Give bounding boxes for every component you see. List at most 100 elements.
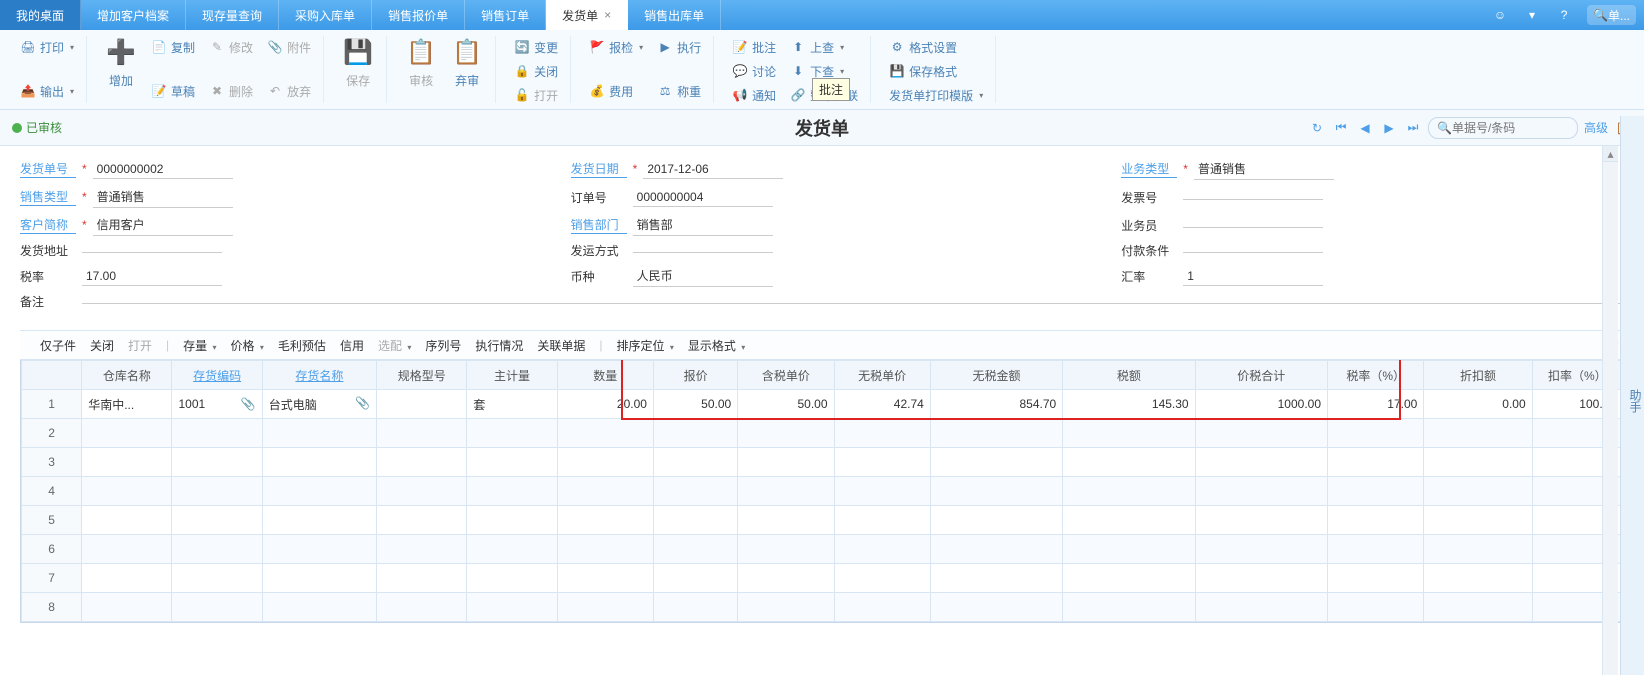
col-rownum[interactable] xyxy=(22,361,82,390)
col-discount[interactable]: 折扣额 xyxy=(1424,361,1532,390)
code-cell[interactable]: 1001📎 xyxy=(172,390,262,419)
copy-button[interactable]: 📄复制 xyxy=(147,36,199,58)
pick-button[interactable]: 选配 ▾ xyxy=(378,337,411,354)
sort-button[interactable]: 排序定位 ▾ xyxy=(617,337,674,354)
save-format-button[interactable]: 💾保存格式 xyxy=(885,60,987,82)
smile-icon[interactable]: ☺ xyxy=(1491,6,1509,24)
helper-panel-toggle[interactable]: 助手 xyxy=(1620,116,1644,675)
modify-button[interactable]: ✎修改 xyxy=(205,36,257,58)
save-button[interactable]: 💾保存 xyxy=(338,36,378,89)
ship-mode-field[interactable] xyxy=(633,248,773,253)
col-stock-code[interactable]: 存货编码 xyxy=(172,361,262,390)
sale-type-field[interactable]: 普通销售 xyxy=(93,186,233,208)
exec-info-button[interactable]: 执行情况 xyxy=(475,337,523,354)
notify-button[interactable]: 📢通知 xyxy=(728,84,780,106)
col-stock-name[interactable]: 存货名称 xyxy=(262,361,376,390)
abandon-audit-button[interactable]: 📋弃审 xyxy=(447,36,487,89)
doc-search[interactable]: 🔍 xyxy=(1428,117,1578,139)
display-fmt-button[interactable]: 显示格式 ▾ xyxy=(688,337,745,354)
output-button[interactable]: 📤输出▾ xyxy=(16,80,78,102)
print-button[interactable]: 🖨打印▾ xyxy=(16,36,78,58)
table-row[interactable]: 5 xyxy=(22,506,1623,535)
col-uom[interactable]: 主计量 xyxy=(467,361,557,390)
inspect-button[interactable]: 🚩报检▾ xyxy=(585,36,647,58)
format-set-button[interactable]: ⚙格式设置 xyxy=(885,36,987,58)
only-child-button[interactable]: 仅子件 xyxy=(40,337,76,354)
discard-button[interactable]: ↶放弃 xyxy=(263,80,315,102)
next-button[interactable]: ▶ xyxy=(1380,121,1398,135)
global-search[interactable]: 🔍 单... xyxy=(1587,5,1636,25)
pnt-cell[interactable]: 42.74 xyxy=(834,390,930,419)
table-row[interactable]: 4 xyxy=(22,477,1623,506)
chevron-down-icon[interactable]: ▾ xyxy=(1523,6,1541,24)
tab-sales-out[interactable]: 销售出库单 xyxy=(628,0,721,30)
scrollbar[interactable]: ▴ xyxy=(1602,146,1618,675)
add-button[interactable]: ➕增加 xyxy=(101,36,141,89)
ship-no-field[interactable]: 0000000002 xyxy=(93,160,233,179)
gross-button[interactable]: 毛利预估 xyxy=(278,337,326,354)
discuss-button[interactable]: 💬讨论 xyxy=(728,60,780,82)
total-cell[interactable]: 1000.00 xyxy=(1195,390,1327,419)
change-button[interactable]: 🔄变更 xyxy=(510,36,562,58)
clerk-field[interactable] xyxy=(1183,223,1323,228)
data-grid[interactable]: 仓库名称 存货编码 存货名称 规格型号 主计量 数量 报价 含税单价 无税单价 … xyxy=(21,360,1623,622)
spec-cell[interactable] xyxy=(377,390,467,419)
dept-field[interactable]: 销售部 xyxy=(633,214,773,236)
qty-cell[interactable]: 20.00 xyxy=(557,390,653,419)
col-tax-rate[interactable]: 税率（%） xyxy=(1328,361,1424,390)
table-row[interactable]: 7 xyxy=(22,564,1623,593)
pay-field[interactable] xyxy=(1183,248,1323,253)
print-tpl-button[interactable]: 发货单打印模版▾ xyxy=(885,84,987,106)
remark-field[interactable] xyxy=(82,299,1624,304)
grid-open-button[interactable]: 打开 xyxy=(128,337,152,354)
quote-cell[interactable]: 50.00 xyxy=(653,390,737,419)
wh-cell[interactable]: 华南中... xyxy=(82,390,172,419)
scroll-up-icon[interactable]: ▴ xyxy=(1603,146,1618,162)
tab-add-customer[interactable]: 增加客户档案 xyxy=(81,0,186,30)
credit-button[interactable]: 信用 xyxy=(340,337,364,354)
fee-button[interactable]: 💰费用 xyxy=(585,80,647,102)
tab-ship-bill[interactable]: 发货单× xyxy=(546,0,628,30)
col-quote[interactable]: 报价 xyxy=(653,361,737,390)
col-spec[interactable]: 规格型号 xyxy=(377,361,467,390)
exrate-field[interactable]: 1 xyxy=(1183,267,1323,286)
weigh-button[interactable]: ⚖称重 xyxy=(653,80,705,102)
assoc-doc-button[interactable]: 关联单据 xyxy=(537,337,585,354)
check-up-button[interactable]: ⬆上查▾ xyxy=(786,36,862,58)
table-row[interactable]: 8 xyxy=(22,593,1623,622)
table-row[interactable]: 1 华南中... 1001📎 台式电脑📎 套 20.00 50.00 50.00… xyxy=(22,390,1623,419)
stock-button[interactable]: 存量 ▾ xyxy=(183,337,216,354)
open-doc-button[interactable]: 🔓打开 xyxy=(510,84,562,106)
close-doc-button[interactable]: 🔒关闭 xyxy=(510,60,562,82)
tab-purchase-in[interactable]: 采购入库单 xyxy=(279,0,372,30)
serial-button[interactable]: 序列号 xyxy=(425,337,461,354)
tax-cell[interactable]: 145.30 xyxy=(1063,390,1195,419)
col-tax-amt[interactable]: 税额 xyxy=(1063,361,1195,390)
table-row[interactable]: 2 xyxy=(22,419,1623,448)
tab-desktop[interactable]: 我的桌面 xyxy=(0,0,81,30)
table-row[interactable]: 6 xyxy=(22,535,1623,564)
pt-cell[interactable]: 50.00 xyxy=(738,390,834,419)
help-icon[interactable]: ? xyxy=(1555,6,1573,24)
amt-cell[interactable]: 854.70 xyxy=(930,390,1062,419)
last-button[interactable]: ⏭ xyxy=(1404,120,1422,135)
attachment-button[interactable]: 📎附件 xyxy=(263,36,315,58)
draft-button[interactable]: 📝草稿 xyxy=(147,80,199,102)
col-warehouse[interactable]: 仓库名称 xyxy=(82,361,172,390)
refresh-button[interactable]: ↻ xyxy=(1308,121,1326,135)
col-total[interactable]: 价税合计 xyxy=(1195,361,1327,390)
addr-field[interactable] xyxy=(82,248,222,253)
name-cell[interactable]: 台式电脑📎 xyxy=(262,390,376,419)
delete-button[interactable]: ✖删除 xyxy=(205,80,257,102)
cust-field[interactable]: 信用客户 xyxy=(93,214,233,236)
close-icon[interactable]: × xyxy=(604,8,611,22)
uom-cell[interactable]: 套 xyxy=(467,390,557,419)
advanced-link[interactable]: 高级 xyxy=(1584,119,1608,136)
trate-cell[interactable]: 17.00 xyxy=(1328,390,1424,419)
first-button[interactable]: ⏮ xyxy=(1332,120,1350,135)
date-field[interactable]: 2017-12-06 xyxy=(643,160,783,179)
disc-cell[interactable]: 0.00 xyxy=(1424,390,1532,419)
col-qty[interactable]: 数量 xyxy=(557,361,653,390)
price-button[interactable]: 价格 ▾ xyxy=(231,337,264,354)
prev-button[interactable]: ◀ xyxy=(1356,121,1374,135)
